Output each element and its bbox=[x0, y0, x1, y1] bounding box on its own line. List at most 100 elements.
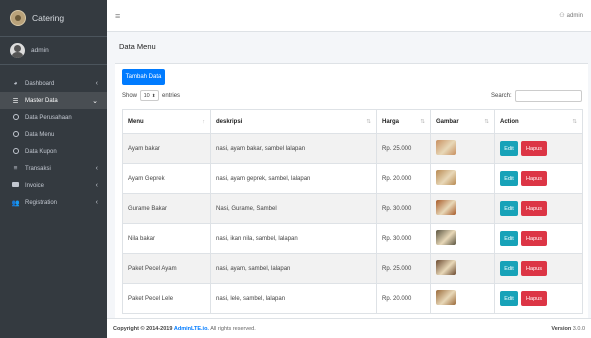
brand-logo bbox=[10, 10, 26, 26]
cell-menu: Ayam bakar bbox=[122, 133, 211, 164]
chevron-down-icon: ⌄ bbox=[92, 97, 98, 105]
entries-select[interactable]: 10 ⬍ bbox=[140, 90, 160, 101]
column-header-harga[interactable]: Harga ⇅ bbox=[376, 109, 431, 134]
edit-button[interactable]: Edit bbox=[500, 171, 518, 186]
add-data-button[interactable]: Tambah Data bbox=[122, 69, 165, 85]
sidebar-item-registration[interactable]: 👥 Registration ‹ bbox=[0, 194, 107, 211]
sidebar-item-label: Invoice bbox=[25, 182, 45, 189]
select-caret-icon: ⬍ bbox=[151, 92, 156, 98]
delete-button[interactable]: Hapus bbox=[521, 171, 547, 186]
sidebar-item-dashboard[interactable]: ◕ Dashboard ‹ bbox=[0, 75, 107, 92]
cell-harga: Rp. 30.000 bbox=[376, 193, 431, 224]
food-image bbox=[436, 290, 456, 305]
cell-action: Edit Hapus bbox=[494, 163, 583, 194]
sidebar-item-label: Data Kupon bbox=[25, 148, 57, 155]
cell-action: Edit Hapus bbox=[494, 253, 583, 284]
cell-deskripsi: nasi, ayam bakar, sambel lalapan bbox=[210, 133, 377, 164]
cell-deskripsi: nasi, ayam geprek, sambel, lalapan bbox=[210, 163, 377, 194]
circle-icon bbox=[11, 147, 20, 156]
cell-action: Edit Hapus bbox=[494, 223, 583, 254]
delete-button[interactable]: Hapus bbox=[521, 141, 547, 156]
top-user-menu[interactable]: ⚇ admin bbox=[559, 12, 583, 20]
user-icon: ⚇ bbox=[559, 13, 565, 19]
cell-harga: Rp. 25.000 bbox=[376, 253, 431, 284]
user-panel[interactable]: admin bbox=[0, 37, 107, 65]
circle-icon bbox=[11, 130, 20, 139]
invoice-icon bbox=[11, 182, 20, 189]
edit-button[interactable]: Edit bbox=[500, 141, 518, 156]
table-row: Paket Pecel Ayam nasi, ayam, sambel, lala… bbox=[122, 253, 583, 284]
version-text: Version 3.0.0 bbox=[551, 325, 585, 332]
sidebar-item-label: Data Perusahaan bbox=[25, 114, 72, 121]
edit-button[interactable]: Edit bbox=[500, 231, 518, 246]
chevron-left-icon: ‹ bbox=[95, 165, 98, 172]
column-header-menu[interactable]: Menu ↑ bbox=[122, 109, 211, 134]
cell-harga: Rp. 20.000 bbox=[376, 163, 431, 194]
sidebar-item-invoice[interactable]: Invoice ‹ bbox=[0, 177, 107, 194]
cell-deskripsi: nasi, ikan nila, sambel, lalapan bbox=[210, 223, 377, 254]
sidebar-item-label: Master Data bbox=[25, 97, 58, 104]
sidebar-item-label: Data Menu bbox=[25, 131, 55, 138]
table-body: Ayam bakar nasi, ayam bakar, sambel lalap… bbox=[122, 133, 583, 314]
sidebar-item-data-kupon[interactable]: Data Kupon bbox=[0, 143, 107, 160]
cell-gambar bbox=[430, 283, 495, 314]
sidebar-item-transaksi[interactable]: ≡ Transaksi ‹ bbox=[0, 160, 107, 177]
user-name: admin bbox=[31, 47, 49, 54]
brand-name: Catering bbox=[32, 13, 65, 23]
food-image bbox=[436, 170, 456, 185]
cell-gambar bbox=[430, 193, 495, 224]
table-row: Nila bakar nasi, ikan nila, sambel, lalap… bbox=[122, 223, 583, 254]
cell-harga: Rp. 25.000 bbox=[376, 133, 431, 164]
cell-deskripsi: nasi, ayam, sambel, lalapan bbox=[210, 253, 377, 284]
cell-action: Edit Hapus bbox=[494, 193, 583, 224]
footer-brand-link[interactable]: AdminLTE.io. bbox=[174, 326, 209, 332]
sidebar-item-label: Transaksi bbox=[25, 165, 51, 172]
delete-button[interactable]: Hapus bbox=[521, 201, 547, 216]
menu-toggle-icon[interactable]: ≡ bbox=[115, 11, 120, 21]
sidebar-item-data-menu[interactable]: Data Menu bbox=[0, 126, 107, 143]
cell-gambar bbox=[430, 133, 495, 164]
delete-button[interactable]: Hapus bbox=[521, 231, 547, 246]
sidebar: Catering admin ◕ Dashboard ‹ ☰ Master Da… bbox=[0, 0, 107, 338]
circle-icon bbox=[11, 113, 20, 122]
data-card: Tambah Data Show 10 ⬍ entries Search: Me… bbox=[115, 63, 588, 318]
main-content: Data Menu Tambah Data Show 10 ⬍ entries … bbox=[107, 32, 591, 318]
cell-menu: Ayam Geprek bbox=[122, 163, 211, 194]
menu-table: Menu ↑ deskripsi ⇅ Harga ⇅ Gambar ⇅ Action ⇅ … bbox=[122, 109, 583, 314]
show-label: Show bbox=[122, 92, 138, 99]
sidebar-item-data-perusahaan[interactable]: Data Perusahaan bbox=[0, 109, 107, 126]
copyright-text: Copyright © 2014-2019 AdminLTE.io. All r… bbox=[113, 325, 256, 332]
sidebar-item-label: Dashboard bbox=[25, 80, 55, 87]
table-row: Gurame Bakar Nasi, Gurame, Sambel Rp. 30.0… bbox=[122, 193, 583, 224]
delete-button[interactable]: Hapus bbox=[521, 291, 547, 306]
top-user-label: admin bbox=[566, 12, 583, 19]
sort-icon: ⇅ bbox=[484, 118, 489, 125]
entries-control: Show 10 ⬍ entries bbox=[122, 90, 180, 101]
cell-menu: Gurame Bakar bbox=[122, 193, 211, 224]
cell-gambar bbox=[430, 223, 495, 254]
list-icon: ≡ bbox=[13, 165, 18, 172]
cell-action: Edit Hapus bbox=[494, 283, 583, 314]
food-image bbox=[436, 260, 456, 275]
cell-gambar bbox=[430, 163, 495, 194]
cell-menu: Paket Pecel Ayam bbox=[122, 253, 211, 284]
master-data-icon: ☰ bbox=[12, 97, 19, 105]
cell-gambar bbox=[430, 253, 495, 284]
edit-button[interactable]: Edit bbox=[500, 291, 518, 306]
topbar: ≡ ⚇ admin bbox=[107, 0, 591, 32]
sidebar-item-master-data[interactable]: ☰ Master Data ⌄ bbox=[0, 92, 107, 109]
column-header-action[interactable]: Action ⇅ bbox=[494, 109, 583, 134]
edit-button[interactable]: Edit bbox=[500, 201, 518, 216]
column-header-deskripsi[interactable]: deskripsi ⇅ bbox=[210, 109, 377, 134]
edit-button[interactable]: Edit bbox=[500, 261, 518, 276]
table-row: Ayam bakar nasi, ayam bakar, sambel lalap… bbox=[122, 133, 583, 164]
cell-menu: Nila bakar bbox=[122, 223, 211, 254]
brand[interactable]: Catering bbox=[0, 0, 107, 37]
table-row: Paket Pecel Lele nasi, lele, sambel, lala… bbox=[122, 283, 583, 314]
column-header-gambar[interactable]: Gambar ⇅ bbox=[430, 109, 495, 134]
delete-button[interactable]: Hapus bbox=[521, 261, 547, 276]
search-label: Search: bbox=[491, 93, 512, 99]
table-row: Ayam Geprek nasi, ayam geprek, sambel, la… bbox=[122, 163, 583, 194]
cell-menu: Paket Pecel Lele bbox=[122, 283, 211, 314]
search-input[interactable] bbox=[514, 90, 582, 102]
